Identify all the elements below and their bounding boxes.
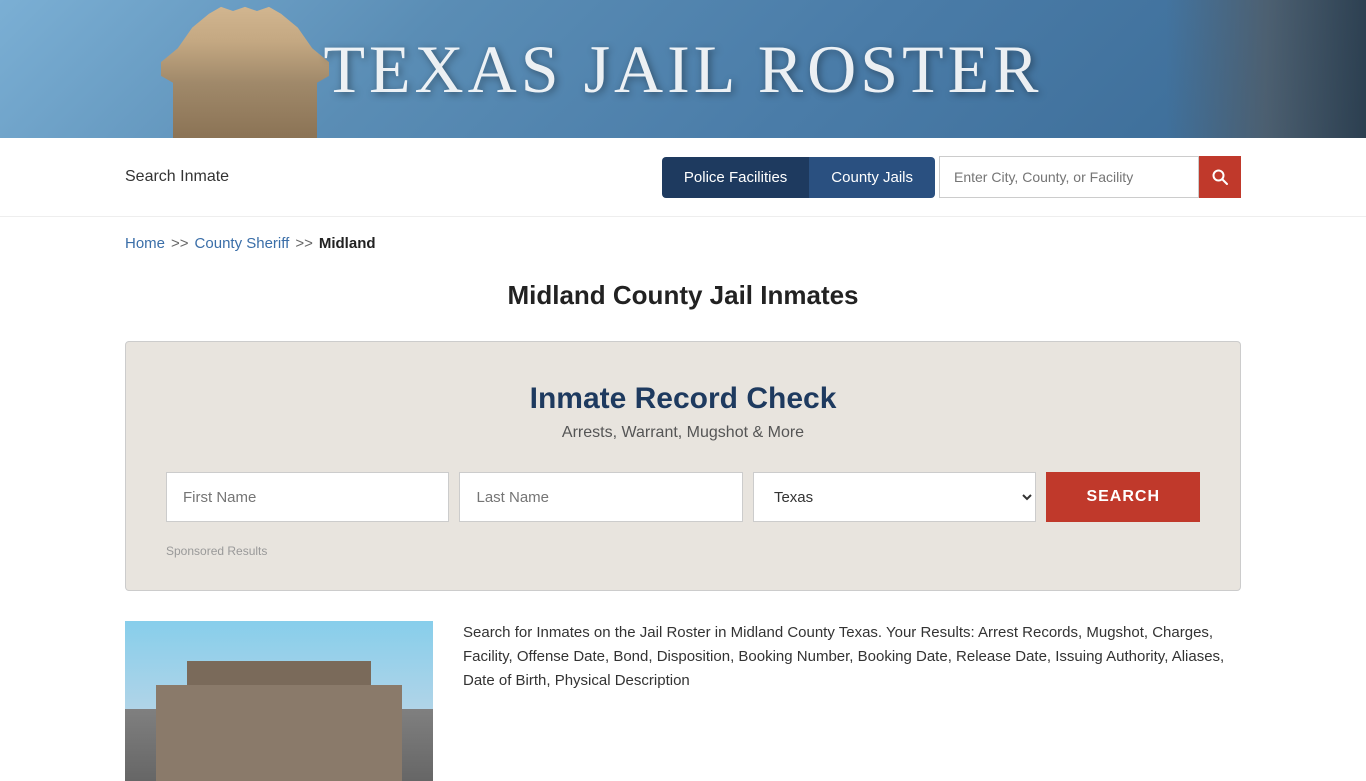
facility-search-box <box>939 156 1241 198</box>
page-title: Midland County Jail Inmates <box>0 280 1366 311</box>
record-check-box: Inmate Record Check Arrests, Warrant, Mu… <box>125 341 1241 591</box>
breadcrumb-sep2: >> <box>295 235 313 252</box>
building-image <box>125 621 433 781</box>
police-facilities-button[interactable]: Police Facilities <box>662 157 809 198</box>
county-jails-button[interactable]: County Jails <box>809 157 935 198</box>
search-icon <box>1211 168 1229 186</box>
first-name-input[interactable] <box>166 472 449 522</box>
nav-bar: Search Inmate Police Facilities County J… <box>0 138 1366 217</box>
header-banner: Texas Jail Roster <box>0 0 1366 138</box>
site-title: Texas Jail Roster <box>323 30 1042 109</box>
search-form-row: AlabamaAlaskaArizonaArkansasCaliforniaCo… <box>166 472 1200 522</box>
breadcrumb-current: Midland <box>319 235 376 252</box>
bottom-section: Search for Inmates on the Jail Roster in… <box>0 621 1366 781</box>
record-search-button[interactable]: SEARCH <box>1046 472 1200 522</box>
description-text: Search for Inmates on the Jail Roster in… <box>463 621 1241 781</box>
sponsored-results-label: Sponsored Results <box>166 544 267 558</box>
state-select[interactable]: AlabamaAlaskaArizonaArkansasCaliforniaCo… <box>753 472 1036 522</box>
breadcrumb-home[interactable]: Home <box>125 235 165 252</box>
breadcrumb: Home >> County Sheriff >> Midland <box>0 217 1366 270</box>
keys-image <box>1166 0 1366 138</box>
building-body <box>156 685 402 781</box>
last-name-input[interactable] <box>459 472 742 522</box>
facility-search-button[interactable] <box>1199 156 1241 198</box>
breadcrumb-sep1: >> <box>171 235 189 252</box>
record-check-subtitle: Arrests, Warrant, Mugshot & More <box>166 424 1200 442</box>
nav-right: Police Facilities County Jails <box>662 156 1241 198</box>
search-inmate-label: Search Inmate <box>125 168 229 186</box>
breadcrumb-county-sheriff[interactable]: County Sheriff <box>195 235 290 252</box>
facility-search-input[interactable] <box>939 156 1199 198</box>
page-title-area: Midland County Jail Inmates <box>0 270 1366 341</box>
record-check-title: Inmate Record Check <box>166 382 1200 416</box>
